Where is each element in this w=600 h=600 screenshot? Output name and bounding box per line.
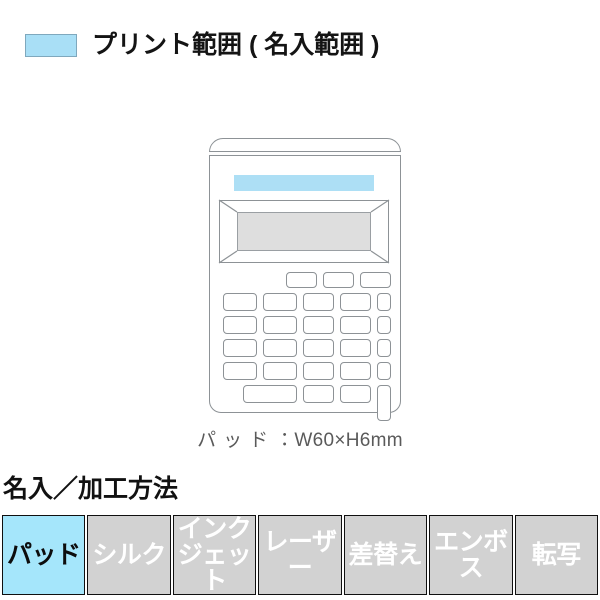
imprint-dimension-caption: パッド：W60×H6mm — [0, 425, 600, 452]
method-tab-label: エンボス — [434, 527, 508, 582]
calculator-key — [340, 339, 371, 357]
method-tab-list: パッド シルク インクジェット レーザー 差替え エンボス 転写 — [2, 515, 598, 595]
method-tab-label: 差替え — [348, 540, 423, 569]
imprint-dimension-method: パッド — [197, 430, 276, 451]
imprint-dimension-size: W60×H6mm — [294, 430, 403, 451]
calculator-key — [377, 316, 391, 334]
method-tab-laser[interactable]: レーザー — [258, 515, 342, 595]
calculator-key — [303, 362, 334, 380]
imprint-dimension-separator: ： — [275, 430, 295, 451]
imprint-area-highlight — [234, 175, 374, 191]
method-tab-silk[interactable]: シルク — [87, 515, 171, 595]
calculator-key — [223, 362, 257, 380]
calculator-key — [263, 293, 297, 311]
calculator-key — [223, 316, 257, 334]
calculator-key — [303, 316, 334, 334]
calculator-key — [223, 339, 257, 357]
calculator-key — [263, 362, 297, 380]
calculator-key — [377, 293, 391, 311]
method-tab-replacement[interactable]: 差替え — [343, 515, 428, 595]
calculator-key — [340, 385, 371, 403]
calculator-body — [209, 138, 401, 421]
calculator-key — [340, 293, 371, 311]
method-tab-transfer[interactable]: 転写 — [514, 515, 598, 595]
calculator-key — [286, 272, 317, 288]
print-area-legend: プリント範囲 ( 名入範囲 ) — [25, 33, 380, 58]
calculator-key — [323, 272, 354, 288]
method-tab-label: インクジェット — [177, 514, 252, 596]
calculator-key — [303, 385, 334, 403]
method-tab-label: 転写 — [531, 540, 582, 569]
method-tab-inkjet[interactable]: インクジェット — [172, 514, 257, 596]
print-area-legend-label: プリント範囲 ( 名入範囲 ) — [92, 31, 380, 59]
calculator-display-frame — [218, 199, 390, 264]
print-area-swatch-icon — [25, 34, 77, 57]
method-tab-emboss[interactable]: エンボス — [429, 515, 513, 595]
calculator-key — [303, 293, 334, 311]
calculator-key-wide — [243, 385, 297, 403]
calculator-key — [377, 339, 391, 357]
calculator-key — [360, 272, 391, 288]
method-tab-label: シルク — [92, 540, 166, 569]
method-tab-pad[interactable]: パッド — [2, 515, 86, 595]
method-tab-label: レーザー — [263, 527, 337, 582]
product-figure: パッド：W60×H6mm — [0, 112, 600, 452]
calculator-key — [263, 339, 297, 357]
calculator-key — [223, 293, 257, 311]
calculator-key — [303, 339, 334, 357]
method-section-heading: 名入／加工方法 — [3, 475, 179, 503]
calculator-key — [263, 316, 297, 334]
calculator-key — [340, 362, 371, 380]
calculator-key — [377, 362, 391, 380]
calculator-top-divider — [209, 151, 401, 156]
calculator-key-tall — [377, 385, 391, 421]
calculator-screen — [237, 212, 371, 251]
calculator-key — [340, 316, 371, 334]
method-tab-label: パッド — [6, 540, 81, 569]
